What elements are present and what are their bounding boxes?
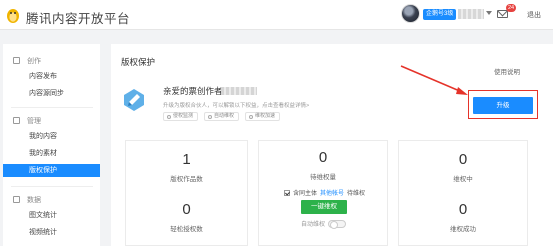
chart-icon bbox=[13, 196, 20, 203]
stat-label: 版权作品数 bbox=[170, 176, 203, 183]
shield-icon bbox=[167, 114, 171, 119]
benefit-tags: 侵权监测 自动维权 维权加速 bbox=[163, 112, 281, 121]
logout-link[interactable]: 退出 bbox=[527, 10, 541, 20]
stat-value: 1 bbox=[182, 151, 191, 168]
other-accounts-link[interactable]: 其他帐号 bbox=[320, 188, 344, 197]
main-panel: 版权保护 使用说明 亲爱的票创作者 升级为版权合伙人，可以解锁以下权益，点击查看… bbox=[111, 44, 553, 246]
mail-icon[interactable] bbox=[497, 10, 508, 18]
stat-label: 维权成功 bbox=[450, 226, 476, 233]
sidebar-item-my-content[interactable]: 我的内容 bbox=[3, 130, 100, 143]
sidebar: 创作 内容发布 内容源同步 管理 我的内容 我的素材 版权保护 数据 图文统计 … bbox=[3, 44, 100, 246]
stat-value: 0 bbox=[182, 201, 191, 218]
top-bar: 腾讯内容开放平台 企鹅号3级 24 退出 bbox=[0, 0, 553, 30]
include-other-accounts[interactable]: 含同主体 其他帐号 待维权 bbox=[284, 188, 365, 197]
benefit-tag: 维权加速 bbox=[245, 112, 281, 121]
stat-label: 维权中 bbox=[453, 176, 473, 183]
stat-label: 待维权量 bbox=[310, 174, 336, 181]
stat-card-in-progress: 0 维权中 0 维权成功 bbox=[398, 140, 528, 246]
avatar[interactable] bbox=[401, 4, 420, 23]
auto-claim-toggle[interactable] bbox=[328, 219, 347, 229]
creator-badge-icon bbox=[124, 89, 144, 111]
redacted-name bbox=[221, 87, 257, 95]
gear-icon bbox=[208, 114, 213, 119]
divider bbox=[11, 186, 93, 187]
chevron-down-icon[interactable] bbox=[486, 11, 492, 15]
page-title: 版权保护 bbox=[121, 57, 156, 67]
upgrade-button[interactable]: 升级 bbox=[473, 97, 533, 114]
sidebar-item-video-stats[interactable]: 视频统计 bbox=[3, 226, 100, 239]
sidebar-item-my-assets[interactable]: 我的素材 bbox=[3, 147, 100, 160]
one-click-claim-button[interactable]: 一键维权 bbox=[301, 200, 347, 214]
benefit-tag: 侵权监测 bbox=[163, 112, 199, 121]
help-link[interactable]: 使用说明 bbox=[494, 66, 520, 76]
stat-value: 0 bbox=[458, 201, 468, 218]
stat-label: 轻松授权数 bbox=[170, 226, 203, 233]
greeting-text: 亲爱的票创作者 bbox=[163, 86, 223, 96]
stat-card-pending: 0 待维权量 含同主体 其他帐号 待维权 一键维权 自动维权 bbox=[258, 140, 388, 246]
checkbox[interactable] bbox=[284, 189, 290, 196]
stat-value: 0 bbox=[318, 149, 328, 166]
stat-card-works: 1 版权作品数 0 轻松授权数 bbox=[125, 140, 248, 246]
brand-title[interactable]: 腾讯内容开放平台 bbox=[26, 8, 130, 27]
divider bbox=[11, 107, 93, 108]
benefit-tag: 自动维权 bbox=[204, 112, 240, 121]
intro-text[interactable]: 升级为版权合伙人，可以解锁以下权益，点击查看权益详情> bbox=[163, 101, 309, 109]
stat-value: 0 bbox=[458, 151, 468, 168]
level-badge: 企鹅号3级 bbox=[423, 9, 457, 20]
user-name-redacted[interactable] bbox=[458, 9, 484, 19]
penguin-logo-icon[interactable] bbox=[4, 6, 22, 24]
auto-claim-row: 自动维权 bbox=[301, 219, 347, 229]
sidebar-item-source-sync[interactable]: 内容源同步 bbox=[3, 87, 100, 100]
sidebar-item-publish[interactable]: 内容发布 bbox=[3, 70, 100, 83]
mail-count-badge: 24 bbox=[506, 4, 516, 12]
lightning-icon bbox=[249, 114, 254, 119]
edit-icon bbox=[13, 57, 20, 64]
sidebar-item-article-stats[interactable]: 图文统计 bbox=[3, 209, 100, 222]
sidebar-item-copyright[interactable]: 版权保护 bbox=[3, 164, 100, 177]
list-icon bbox=[13, 117, 20, 124]
